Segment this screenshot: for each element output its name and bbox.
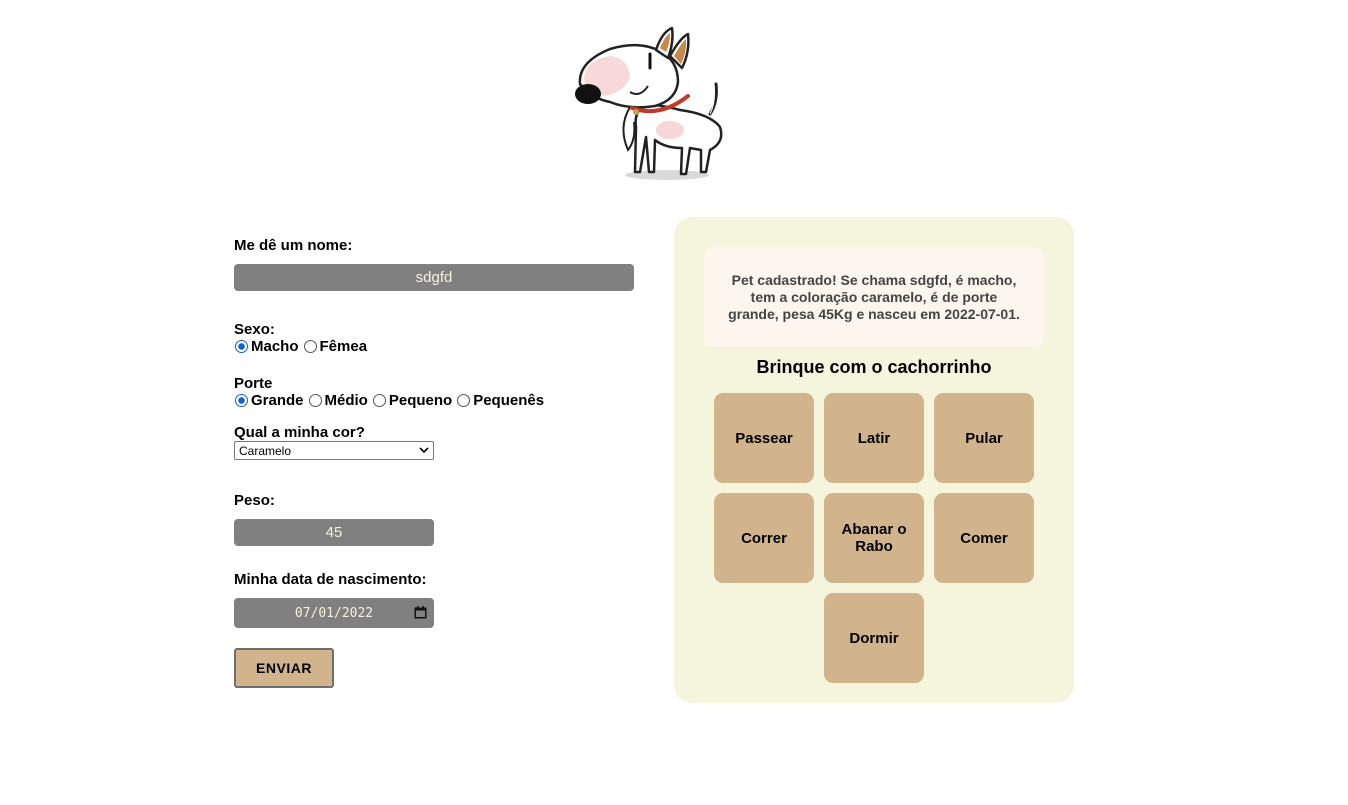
size-label: Porte [234,375,273,392]
registration-message: Pet cadastrado! Se chama sdgfd, é macho,… [704,247,1044,347]
action-button-abanar-o-rabo[interactable]: Abanar o Rabo [824,493,924,583]
size-option-label: Grande [251,392,304,409]
size-option-label: Pequenês [473,392,545,409]
size-radio-pequeno[interactable] [372,394,386,407]
sex-label: Sexo: [234,321,275,338]
birth-date-input[interactable]: 07/01/2022 [234,598,434,628]
size-option-label: Pequeno [388,392,453,409]
dog-mascot-image [575,26,723,180]
weight-label: Peso: [234,492,275,509]
name-label: Me dê um nome: [234,237,353,254]
sex-radio-group: Macho Fêmea [234,338,371,355]
sex-radio-femea[interactable] [303,340,317,353]
size-radio-medio[interactable] [308,394,322,407]
name-input[interactable]: sdgfd [234,264,634,291]
action-button-latir[interactable]: Latir [824,393,924,483]
color-label: Qual a minha cor? [234,424,365,441]
weight-input[interactable]: 45 [234,519,434,546]
sex-option-label: Fêmea [319,338,368,355]
size-option-label: Médio [324,392,368,409]
submit-button[interactable]: ENVIAR [234,648,334,688]
action-button-comer[interactable]: Comer [934,493,1034,583]
action-button-pular[interactable]: Pular [934,393,1034,483]
action-button-correr[interactable]: Correr [714,493,814,583]
sex-option-label: Macho [251,338,299,355]
play-title: Brinque com o cachorrinho [756,357,992,377]
birth-date-value: 07/01/2022 [294,605,374,621]
chevron-down-icon [419,447,429,454]
size-radio-grande[interactable] [235,394,248,407]
action-button-passear[interactable]: Passear [714,393,814,483]
action-button-dormir[interactable]: Dormir [824,593,924,683]
size-radio-group: Grande Médio Pequeno Pequenês [234,392,548,409]
color-select[interactable]: Caramelo [234,441,434,460]
birth-date-label: Minha data de nascimento: [234,571,427,588]
sex-radio-macho[interactable] [235,340,248,353]
calendar-icon[interactable] [414,606,427,619]
play-panel: Pet cadastrado! Se chama sdgfd, é macho,… [674,217,1074,703]
size-radio-pequenes[interactable] [457,394,471,407]
color-select-value: Caramelo [239,443,292,458]
